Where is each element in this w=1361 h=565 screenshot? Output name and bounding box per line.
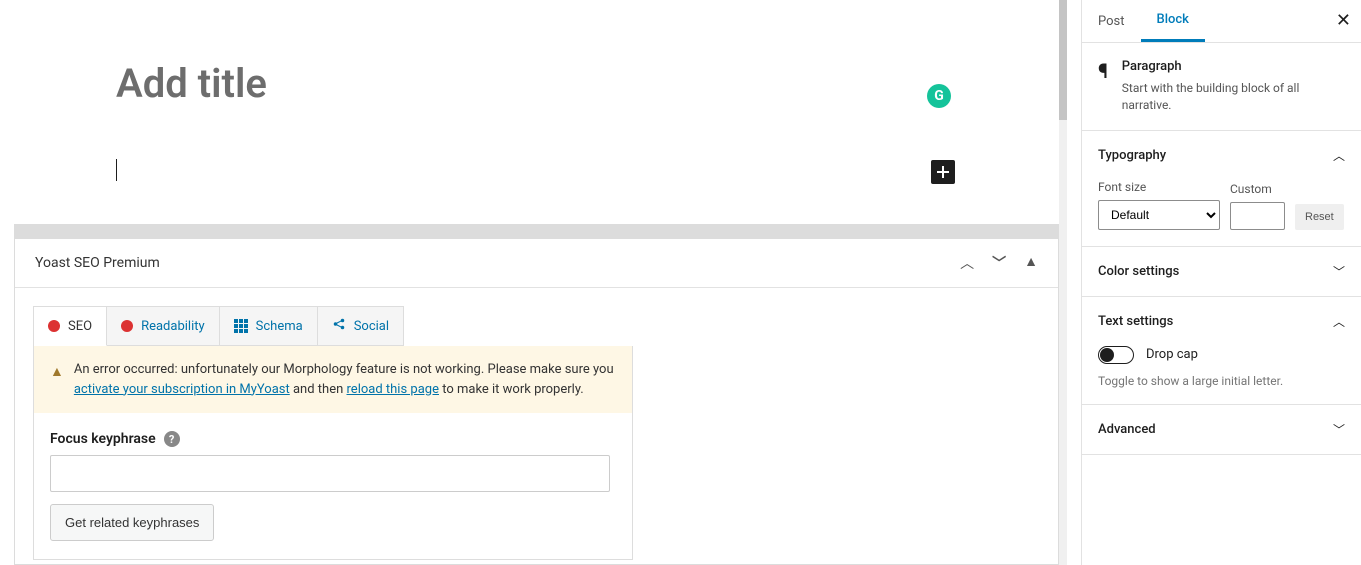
- advanced-header[interactable]: Advanced ﹀: [1082, 405, 1361, 454]
- color-settings-panel: Color settings ﹀: [1082, 247, 1361, 297]
- editor-area: Add title G Yoast SEO Premium ︿ ﹀ ▲: [0, 0, 1081, 565]
- readability-score-dot-icon: [121, 320, 133, 332]
- reset-font-size-button[interactable]: Reset: [1295, 204, 1344, 230]
- block-info: ¶ Paragraph Start with the building bloc…: [1082, 43, 1361, 131]
- yoast-tabs: SEO Readability Schema Social: [33, 306, 404, 346]
- drop-cap-label: Drop cap: [1146, 347, 1198, 362]
- yoast-panel-title: Yoast SEO Premium: [35, 255, 160, 271]
- custom-font-size-input[interactable]: [1230, 202, 1285, 230]
- seo-score-dot-icon: [48, 320, 60, 332]
- color-settings-header[interactable]: Color settings ﹀: [1082, 247, 1361, 296]
- chevron-down-icon: ﹀: [1333, 263, 1345, 280]
- tab-seo[interactable]: SEO: [34, 307, 107, 346]
- reload-page-link[interactable]: reload this page: [347, 382, 439, 397]
- tab-schema[interactable]: Schema: [220, 307, 318, 345]
- text-cursor: [116, 159, 117, 181]
- tab-social[interactable]: Social: [318, 307, 403, 345]
- typography-panel: Typography ︿ Font size Default Custom: [1082, 131, 1361, 247]
- yoast-panel-header: Yoast SEO Premium ︿ ﹀ ▲: [15, 239, 1058, 288]
- text-settings-panel: Text settings ︿ Drop cap Toggle to show …: [1082, 297, 1361, 405]
- tab-post[interactable]: Post: [1082, 2, 1141, 41]
- yoast-seo-panel: Yoast SEO Premium ︿ ﹀ ▲ SEO Readability: [14, 238, 1059, 565]
- toggle-knob: [1100, 348, 1114, 362]
- tab-readability[interactable]: Readability: [107, 307, 220, 345]
- advanced-panel: Advanced ﹀: [1082, 405, 1361, 455]
- paragraph-block[interactable]: [0, 107, 1081, 181]
- focus-keyphrase-label: Focus keyphrase ?: [50, 431, 616, 447]
- chevron-down-icon: ﹀: [1333, 421, 1345, 438]
- yoast-expand-down-icon[interactable]: ﹀: [992, 253, 1006, 273]
- add-block-button[interactable]: [931, 160, 955, 184]
- block-description: Start with the building block of all nar…: [1122, 80, 1345, 114]
- yoast-collapse-up-icon[interactable]: ︿: [960, 253, 974, 273]
- activate-subscription-link[interactable]: activate your subscription in MyYoast: [74, 382, 290, 397]
- chevron-up-icon: ︿: [1333, 147, 1345, 164]
- block-name: Paragraph: [1122, 59, 1345, 74]
- close-sidebar-icon[interactable]: ✕: [1336, 10, 1351, 31]
- yoast-error-alert: ▲ An error occurred: unfortunately our M…: [34, 346, 632, 413]
- title-placeholder: Add title: [116, 60, 267, 107]
- paragraph-icon: ¶: [1098, 59, 1108, 114]
- editor-scrollbar[interactable]: [1059, 0, 1067, 565]
- font-size-label: Font size: [1098, 180, 1220, 194]
- focus-keyphrase-input[interactable]: [50, 455, 610, 492]
- share-icon: [332, 317, 346, 335]
- drop-cap-toggle[interactable]: [1098, 346, 1134, 364]
- scrollbar-thumb[interactable]: [1059, 0, 1067, 120]
- panel-separator: [14, 224, 1059, 238]
- sidebar-tabs: Post Block ✕: [1082, 0, 1361, 43]
- schema-grid-icon: [234, 319, 248, 333]
- get-related-keyphrases-button[interactable]: Get related keyphrases: [50, 504, 214, 541]
- grammarly-icon[interactable]: G: [927, 84, 951, 108]
- settings-sidebar: Post Block ✕ ¶ Paragraph Start with the …: [1081, 0, 1361, 565]
- warning-icon: ▲: [50, 362, 64, 399]
- custom-size-label: Custom: [1230, 182, 1285, 196]
- font-size-select[interactable]: Default: [1098, 200, 1220, 230]
- drop-cap-description: Toggle to show a large initial letter.: [1098, 374, 1345, 388]
- chevron-up-icon: ︿: [1333, 313, 1345, 330]
- typography-header[interactable]: Typography ︿: [1082, 131, 1361, 180]
- post-title-block[interactable]: Add title: [0, 0, 1081, 107]
- tab-block[interactable]: Block: [1141, 0, 1205, 42]
- text-settings-header[interactable]: Text settings ︿: [1082, 297, 1361, 346]
- yoast-toggle-icon[interactable]: ▲: [1024, 253, 1038, 273]
- help-icon[interactable]: ?: [164, 431, 180, 447]
